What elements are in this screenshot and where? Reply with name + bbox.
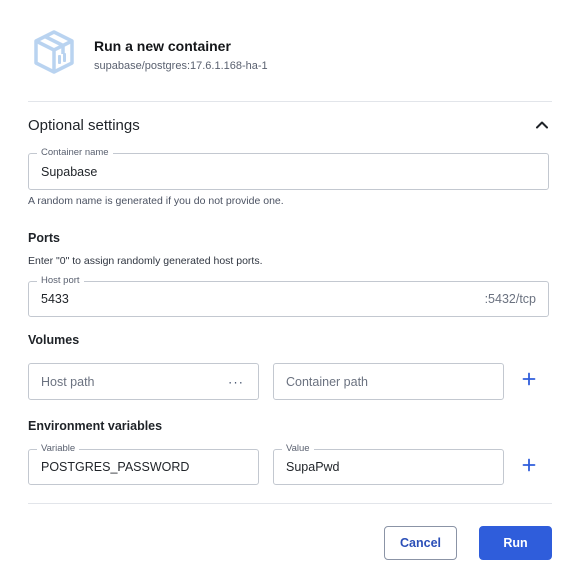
add-volume-plus-icon[interactable] [519, 369, 539, 389]
container-name-field[interactable]: Container name Supabase [28, 147, 549, 190]
chevron-up-icon[interactable] [532, 115, 552, 135]
dialog-header: Run a new container supabase/postgres:17… [30, 28, 268, 76]
ports-description: Enter "0" to assign randomly generated h… [28, 255, 263, 267]
image-name: supabase/postgres:17.6.1.168-ha-1 [94, 60, 268, 72]
host-port-value[interactable]: 5433 [41, 292, 69, 306]
host-port-label: Host port [37, 275, 84, 287]
env-variable-value[interactable]: POSTGRES_PASSWORD [41, 460, 189, 474]
container-path-field[interactable]: Container path [273, 363, 504, 400]
dialog-title: Run a new container [94, 38, 231, 54]
container-cube-icon [30, 28, 78, 76]
volumes-title: Volumes [28, 333, 80, 347]
host-path-field[interactable]: Host path ··· [28, 363, 259, 400]
container-path-placeholder: Container path [286, 374, 369, 389]
env-value-value[interactable]: SupaPwd [286, 460, 340, 474]
run-button[interactable]: Run [479, 526, 552, 560]
container-name-label: Container name [37, 147, 113, 159]
env-value-field[interactable]: Value SupaPwd [273, 443, 504, 485]
header-divider [28, 101, 552, 102]
optional-settings-title: Optional settings [28, 116, 140, 134]
browse-host-path-button[interactable]: ··· [228, 374, 244, 389]
env-variable-field[interactable]: Variable POSTGRES_PASSWORD [28, 443, 259, 485]
container-name-helper: A random name is generated if you do not… [28, 195, 284, 207]
cancel-button[interactable]: Cancel [384, 526, 457, 560]
host-port-field[interactable]: Host port 5433 :5432/tcp [28, 275, 549, 317]
env-vars-title: Environment variables [28, 419, 163, 433]
container-port-suffix: :5432/tcp [484, 292, 536, 306]
host-path-placeholder: Host path [41, 374, 95, 389]
footer-divider [28, 503, 552, 504]
add-env-plus-icon[interactable] [519, 455, 539, 475]
dialog-header-text: Run a new container supabase/postgres:17… [94, 28, 268, 72]
run-container-dialog: Run a new container supabase/postgres:17… [0, 0, 579, 585]
env-value-label: Value [282, 443, 314, 455]
optional-settings-header[interactable]: Optional settings [28, 114, 552, 136]
container-name-value[interactable]: Supabase [41, 165, 97, 179]
env-variable-label: Variable [37, 443, 80, 455]
ports-title: Ports [28, 231, 60, 245]
